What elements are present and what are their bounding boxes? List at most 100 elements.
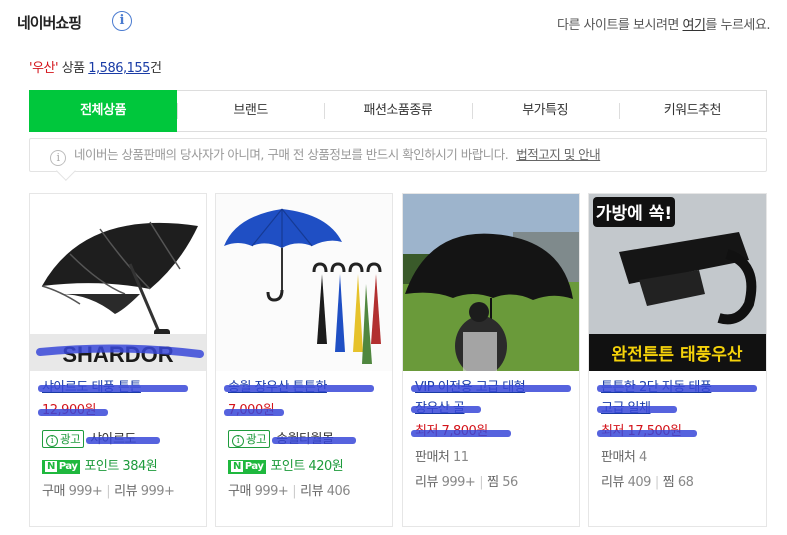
count-label: 상품: [58, 61, 89, 76]
tab-fashion-type[interactable]: 패션소품종류: [324, 91, 471, 131]
filter-tabs: 전체상품 브랜드 패션소품종류 부가특징 키워드추천: [29, 90, 767, 132]
page-title: 네이버쇼핑: [17, 14, 82, 32]
product-card[interactable]: SHARDOR 샤아르도 태풍 튼튼 12,900원 i광고샤아르도 NPay포…: [29, 193, 207, 527]
product-title[interactable]: VIP 이전용 고급 대형: [411, 377, 573, 398]
buy-label: 구매: [42, 484, 65, 499]
divider: |: [292, 484, 297, 499]
banner-top-text: 가방에 쏙!: [596, 204, 672, 224]
review-count[interactable]: 409: [628, 475, 652, 490]
info-icon: i: [232, 435, 244, 447]
legal-notice-link[interactable]: 법적고지 및 안내: [516, 147, 600, 162]
product-title-line2[interactable]: 장우산 골: [411, 398, 573, 419]
npay-points: N Pay 포인트 384원: [42, 455, 200, 474]
product-price: 최저 7,800원: [411, 419, 573, 445]
seller-count[interactable]: 판매처 4: [601, 447, 760, 469]
product-title[interactable]: 송월 장우산 튼튼한: [224, 377, 386, 398]
jjim-count[interactable]: 56: [502, 475, 518, 490]
product-info: VIP 이전용 고급 대형 장우산 골 최저 7,800원 판매처 11 리뷰 …: [411, 377, 573, 490]
review-count[interactable]: 999+: [442, 475, 476, 490]
review-label[interactable]: 리뷰: [114, 484, 137, 499]
redaction-mark: [597, 430, 697, 437]
review-count[interactable]: 406: [327, 484, 351, 499]
buy-label: 구매: [228, 484, 251, 499]
divider: |: [479, 475, 484, 490]
tab-features[interactable]: 부가특징: [471, 91, 619, 131]
redaction-mark: [411, 406, 481, 413]
redaction-mark: [38, 385, 188, 392]
ad-badge[interactable]: i 광고: [228, 430, 271, 448]
review-count[interactable]: 999+: [141, 484, 175, 499]
product-price: 7,000원: [224, 398, 386, 424]
redaction-mark: [224, 409, 284, 416]
review-label[interactable]: 리뷰: [601, 475, 624, 490]
jjim-label[interactable]: 찜: [487, 475, 499, 490]
mall-name[interactable]: 샤아르도: [86, 432, 161, 447]
banner-bottom-text: 완전튼튼 태풍우산: [611, 345, 742, 365]
points-text: 포인트 420원: [270, 459, 344, 474]
product-price: 12,900원: [38, 398, 200, 424]
product-stats: 리뷰 409 | 찜 68: [601, 471, 760, 490]
npay-n: N: [45, 461, 57, 472]
review-label[interactable]: 리뷰: [415, 475, 438, 490]
product-card[interactable]: 송월 장우산 튼튼한 7,000원 i광고송월타월몰 NPay포인트 420원 …: [215, 193, 393, 527]
seller-count-value: 11: [453, 450, 469, 465]
other-site-link[interactable]: 여기: [683, 18, 706, 33]
jjim-count[interactable]: 68: [678, 475, 694, 490]
product-card[interactable]: VIP 이전용 고급 대형 장우산 골 최저 7,800원 판매처 11 리뷰 …: [402, 193, 580, 527]
tab-keyword-recommend[interactable]: 키워드추천: [618, 91, 766, 131]
seller-count[interactable]: 판매처 11: [415, 447, 573, 469]
redaction-mark: [38, 409, 108, 416]
ad-label: 광고: [246, 432, 267, 446]
npay-points: N Pay 포인트 420원: [228, 455, 386, 474]
info-icon[interactable]: i: [112, 11, 132, 31]
jjim-label[interactable]: 찜: [663, 475, 675, 490]
notice-text: 네이버는 상품판매의 당사자가 아니며, 구매 전 상품정보를 반드시 확인하시…: [74, 147, 509, 162]
redaction-mark: [597, 385, 757, 392]
npay-label: Pay: [58, 461, 78, 472]
npay-n: N: [231, 461, 243, 472]
product-title-line2[interactable]: 고급 일체: [597, 398, 760, 419]
seller-label: 판매처: [415, 450, 450, 465]
other-site-text-post: 를 누르세요.: [705, 18, 770, 33]
product-title[interactable]: 샤아르도 태풍 튼튼: [38, 377, 200, 398]
npay-label: Pay: [244, 461, 264, 472]
product-info: 샤아르도 태풍 튼튼 12,900원 i광고샤아르도 NPay포인트 384원 …: [38, 377, 200, 499]
redaction-mark: [272, 437, 357, 444]
product-image[interactable]: [216, 194, 392, 371]
product-price: 최저 17,500원: [597, 419, 760, 445]
mall-name[interactable]: 송월타월몰: [272, 432, 357, 447]
divider: |: [106, 484, 111, 499]
product-stats: 구매 999+ | 리뷰 406: [228, 480, 386, 499]
product-image[interactable]: SHARDOR: [30, 194, 206, 371]
buy-count: 999+: [68, 484, 103, 499]
product-card[interactable]: 가방에 쏙! 완전튼튼 태풍우산 튼튼한 2단 자동 태풍 고급 일체 최저 1…: [588, 193, 767, 527]
review-label[interactable]: 리뷰: [300, 484, 323, 499]
redaction-mark: [597, 406, 677, 413]
npay-badge: N Pay: [42, 460, 81, 474]
redaction-mark: [86, 437, 161, 444]
tab-brand[interactable]: 브랜드: [177, 91, 324, 131]
product-info: 튼튼한 2단 자동 태풍 고급 일체 최저 17,500원 판매처 4 리뷰 4…: [597, 377, 760, 490]
info-icon: i: [46, 435, 58, 447]
product-stats: 리뷰 999+ | 찜 56: [415, 471, 573, 490]
redaction-mark: [411, 385, 571, 392]
npay-badge: N Pay: [228, 460, 267, 474]
ad-badge[interactable]: i 광고: [42, 430, 85, 448]
tab-all-products[interactable]: 전체상품: [29, 90, 177, 132]
product-image[interactable]: 가방에 쏙! 완전튼튼 태풍우산: [589, 194, 766, 371]
redaction-mark: [224, 385, 374, 392]
seller-label: 판매처: [601, 450, 636, 465]
product-info: 송월 장우산 튼튼한 7,000원 i광고송월타월몰 NPay포인트 420원 …: [224, 377, 386, 499]
product-stats: 구매 999+ | 리뷰 999+: [42, 480, 200, 499]
other-site-text: 다른 사이트를 보시려면: [557, 18, 683, 33]
ad-label: 광고: [60, 432, 81, 446]
legal-notice: i 네이버는 상품판매의 당사자가 아니며, 구매 전 상품정보를 반드시 확인하…: [29, 138, 767, 172]
points-text: 포인트 384원: [84, 459, 158, 474]
count-unit: 건: [149, 61, 162, 76]
product-list: SHARDOR 샤아르도 태풍 튼튼 12,900원 i광고샤아르도 NPay포…: [29, 193, 767, 527]
buy-count: 999+: [254, 484, 289, 499]
product-image[interactable]: [403, 194, 579, 371]
search-query: '우산': [29, 61, 59, 76]
count-value-link[interactable]: 1,586,155: [88, 61, 150, 76]
product-title[interactable]: 튼튼한 2단 자동 태풍: [597, 377, 760, 398]
